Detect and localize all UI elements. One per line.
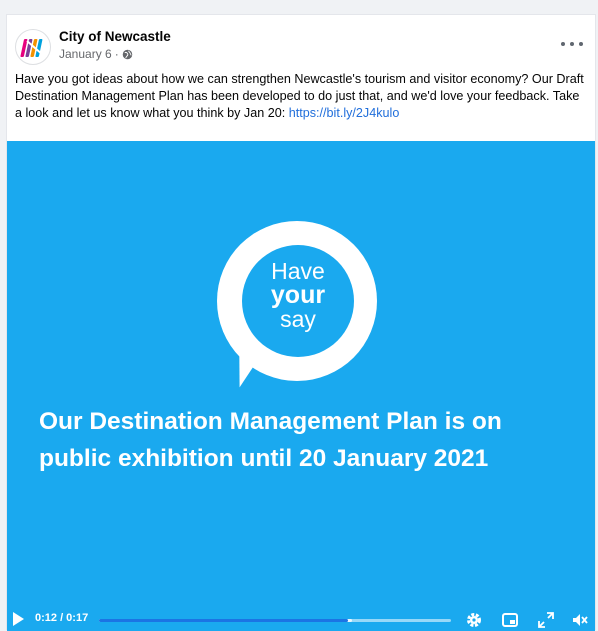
facebook-post-card: City of Newcastle January 6 · Have you g…: [6, 14, 596, 631]
video-controls: 0:12 / 0:17: [7, 609, 595, 631]
progress-fill: [99, 619, 348, 622]
picture-in-picture-icon[interactable]: [501, 611, 519, 629]
meta-separator: ·: [114, 47, 119, 61]
page-avatar[interactable]: [15, 29, 51, 65]
have-your-say-logo: Have your say: [242, 245, 354, 357]
city-of-newcastle-logo-icon: [20, 39, 44, 57]
headline-line-2: public exhibition until 20 January 2021: [39, 445, 489, 472]
more-options-icon[interactable]: [561, 37, 583, 51]
post-header: City of Newcastle January 6 ·: [7, 15, 595, 69]
video-player[interactable]: Have your say Our Destination Management…: [7, 141, 595, 631]
video-headline: Our Destination Management Plan is on pu…: [39, 403, 579, 477]
video-time: 0:12 / 0:17: [35, 612, 89, 624]
bubble-line-2: your: [270, 281, 326, 309]
post-text: Have you got ideas about how we can stre…: [15, 71, 589, 122]
post-date[interactable]: January 6: [59, 47, 112, 61]
post-meta: January 6 ·: [59, 47, 133, 61]
post-link[interactable]: https://bit.ly/2J4kulo: [289, 106, 400, 120]
progress-track[interactable]: [99, 619, 451, 622]
bubble-line-1: Have: [271, 258, 325, 284]
globe-icon: [122, 49, 132, 59]
fullscreen-icon[interactable]: [537, 611, 555, 629]
bubble-line-3: say: [280, 306, 316, 332]
muted-volume-icon[interactable]: [571, 611, 589, 629]
play-icon[interactable]: [13, 612, 24, 626]
headline-line-1: Our Destination Management Plan is on: [39, 408, 502, 435]
page-name-link[interactable]: City of Newcastle: [59, 29, 171, 44]
settings-icon[interactable]: [465, 611, 483, 629]
